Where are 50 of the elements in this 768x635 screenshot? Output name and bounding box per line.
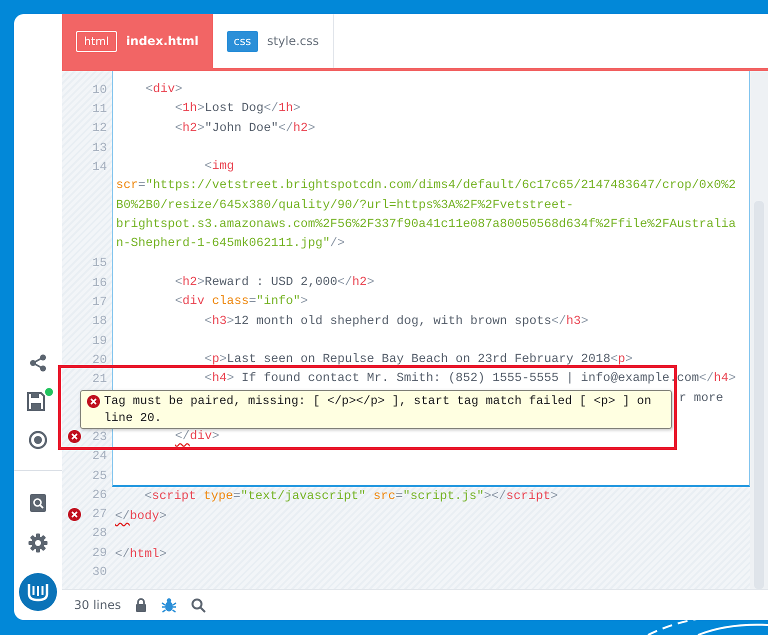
code-line: <img <box>204 158 234 176</box>
bug-icon[interactable] <box>161 597 177 613</box>
code-line: r more <box>679 390 724 407</box>
line-number: 19 <box>92 334 107 348</box>
settings-icon[interactable] <box>28 533 48 553</box>
code-line: </html> <box>115 546 167 564</box>
code-line: </body> <box>115 508 167 525</box>
share-icon[interactable] <box>29 354 47 372</box>
line-number: 17 <box>92 294 107 309</box>
code-line: <h2>"John Doe"</h2> <box>174 120 316 137</box>
line-number: 11 <box>92 102 107 116</box>
code-line: <div> <box>144 81 182 98</box>
line-number: 15 <box>92 256 107 270</box>
code-line: <div class="info"> <box>174 293 308 310</box>
line-number: 20 <box>92 352 107 367</box>
line-number: 23 <box>92 430 107 444</box>
code-line: <1h>Lost Dog</1h> <box>174 100 301 118</box>
code-line: brightspot.s3.amazonaws.com%2F56%2F337f90a41c11e087a80050568d634f%2Ffile%2FAustralia <box>116 216 736 234</box>
line-number: 29 <box>92 546 107 560</box>
code-line: <p>Last seen on Repulse Bay Beach on 23rd February 2018<p> <box>204 351 633 368</box>
line-count: 30 lines <box>74 598 121 612</box>
line-number: 10 <box>92 82 107 97</box>
error-message: Tag must be paired, missing: [ </p></p> ], start tag match failed [ <p> ] on line 20. <box>104 393 652 426</box>
line-number: 14 <box>92 160 107 174</box>
code-line: <script type="text/javascript" src="script.js"></script> <box>144 488 558 506</box>
scrollbar[interactable] <box>750 71 768 589</box>
line-number: 18 <box>92 314 107 328</box>
line-number: 21 <box>92 372 107 386</box>
line-number: 27 <box>92 507 107 522</box>
line-number: 30 <box>92 565 107 580</box>
book-search-icon[interactable] <box>29 493 47 513</box>
search-icon[interactable] <box>191 598 206 612</box>
code-line: n-Shepherd-1-645mk062111.jpg"/> <box>116 235 345 252</box>
history-icon[interactable] <box>28 430 48 450</box>
error-icon <box>87 395 100 408</box>
line-number: 16 <box>92 276 107 290</box>
code-line: <h3>12 month old shepherd dog, with brown spots</h3> <box>204 312 588 330</box>
lock-icon[interactable] <box>135 598 147 612</box>
code-line: scr="https://vetstreet.brightspotcdn.com/dims4/default/6c17c65/2147483647/crop/0x0%2 <box>116 177 736 194</box>
file-tab[interactable]: html index.html <box>62 14 213 68</box>
code-line: B0%2B0/resize/645x380/quality/90/?url=https%3A%2F%2Fvetstreet- <box>116 196 574 214</box>
line-number: 26 <box>92 488 107 502</box>
line-number: 12 <box>92 121 107 136</box>
logo-icon[interactable] <box>19 573 57 611</box>
line-number: 28 <box>92 526 107 540</box>
line-number: 24 <box>92 449 107 464</box>
code-line: </div> <box>174 428 220 446</box>
line-number: 13 <box>92 140 107 155</box>
line-number: 25 <box>92 468 107 483</box>
code-line: <h2>Reward : USD 2,000</h2> <box>174 274 374 291</box>
